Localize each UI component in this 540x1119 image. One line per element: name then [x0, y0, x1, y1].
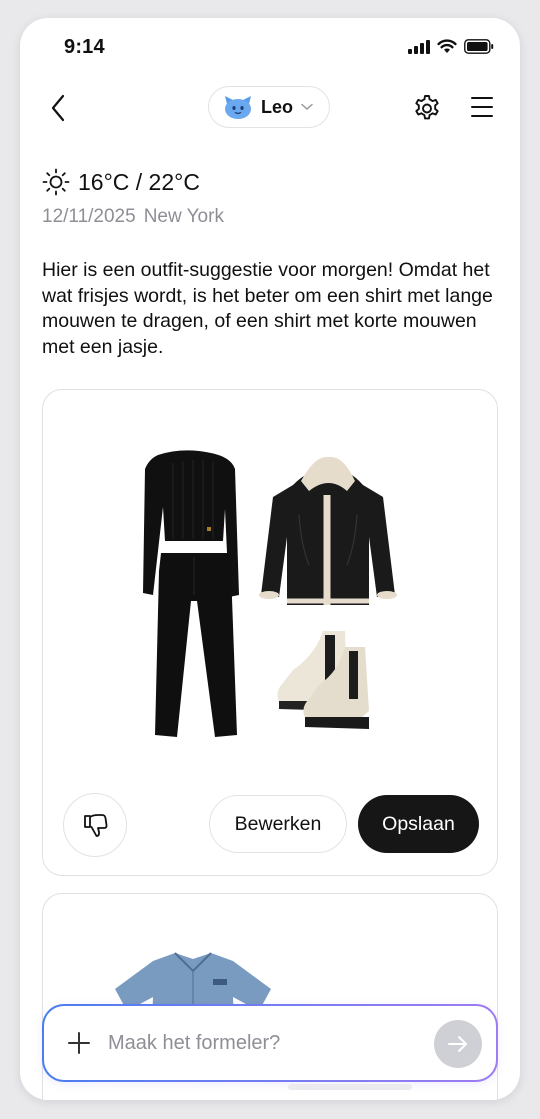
battery-icon [464, 39, 494, 54]
plus-icon [68, 1032, 90, 1054]
status-bar: 9:14 [20, 18, 520, 76]
hamburger-icon [471, 97, 493, 117]
forecast-location: New York [143, 206, 224, 227]
chevron-left-icon [51, 94, 65, 122]
dislike-button[interactable] [63, 793, 127, 857]
status-time: 9:14 [64, 36, 105, 58]
chevron-down-icon [301, 103, 313, 111]
home-indicator [288, 1084, 412, 1090]
signal-icon [408, 39, 430, 54]
gear-icon [415, 95, 439, 120]
back-button[interactable] [42, 90, 74, 126]
agent-selector[interactable]: Leo [208, 86, 330, 128]
composer-bar [42, 1004, 498, 1082]
sun-icon [42, 168, 70, 196]
message-input[interactable] [108, 1026, 408, 1060]
arrow-right-icon [448, 1036, 467, 1052]
chat-header: Leo [20, 86, 520, 130]
menu-button[interactable] [470, 94, 494, 120]
edit-button[interactable]: Bewerken [209, 795, 347, 853]
save-button[interactable]: Opslaan [358, 795, 479, 853]
leo-avatar-icon [225, 96, 251, 119]
outfit-card: Bewerken Opslaan [42, 389, 498, 876]
attach-button[interactable] [66, 1030, 92, 1056]
status-icons [408, 39, 494, 54]
agent-name: Leo [261, 96, 294, 117]
forecast-date: 12/11/2025 [42, 206, 136, 227]
outfit-image [143, 450, 397, 737]
wifi-icon [437, 39, 457, 53]
temperature-range: 16°C / 22°C [78, 168, 200, 195]
assistant-message: Hier is een outfit-suggestie voor morgen… [42, 259, 493, 358]
thumbs-down-icon [84, 814, 108, 837]
settings-button[interactable] [412, 92, 442, 122]
weather-summary: 16°C / 22°C 12/11/2025 New York [42, 168, 224, 228]
phone-screen: 9:14 Leo 16°C / 22°C 12/11/2025 New York… [20, 18, 520, 1100]
send-button[interactable] [434, 1020, 482, 1068]
